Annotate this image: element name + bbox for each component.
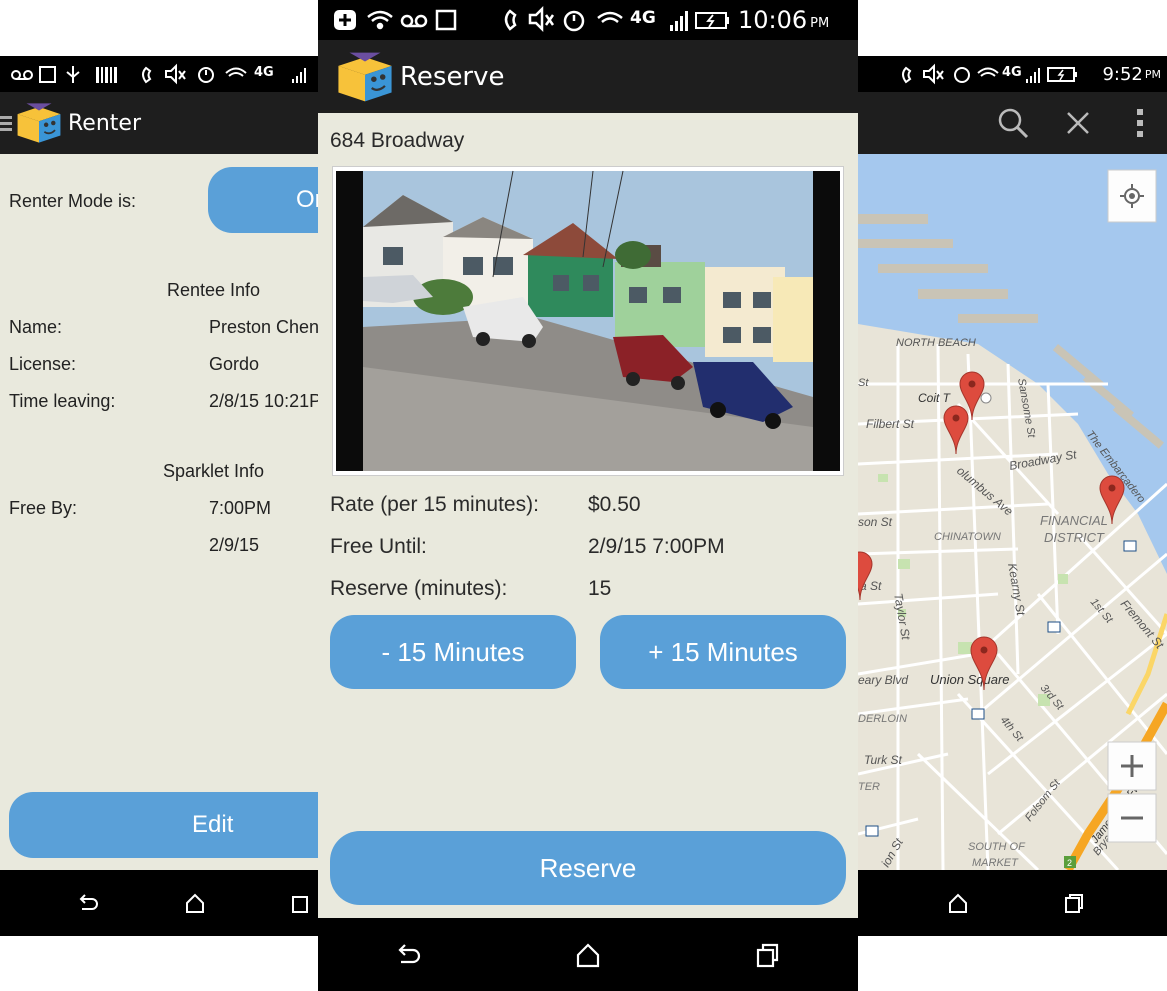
app-logo-icon: [338, 52, 392, 101]
recents-icon[interactable]: [287, 883, 318, 923]
map-label-market: MARKET: [972, 857, 1019, 869]
action-bar: Reserve: [318, 40, 858, 113]
rentee-info-header: Rentee Info: [167, 280, 261, 300]
name-label: Name:: [9, 317, 63, 337]
clock-ampm: PM: [1144, 67, 1161, 81]
free-by-label: Free By:: [9, 498, 78, 518]
app-logo-icon: [17, 103, 61, 143]
name-value: Preston Chen: [209, 317, 318, 337]
map-label-union-square: Union Square: [930, 672, 1010, 687]
nav-bar: [858, 870, 1167, 936]
map-label-eary: eary Blvd: [858, 673, 908, 687]
clock-ampm: PM: [810, 15, 830, 31]
freeway-badge: 2: [1064, 856, 1076, 868]
map-label-district: DISTRICT: [1044, 530, 1105, 545]
svg-text:2: 2: [1067, 858, 1072, 868]
action-bar: [858, 92, 1167, 154]
landmark-icon: [980, 392, 992, 404]
status-bar: 4G 10:06 PM: [318, 0, 858, 40]
sparklet-info-header: Sparklet Info: [163, 461, 265, 481]
drawer-menu-icon[interactable]: [0, 108, 14, 138]
parking-photo: [332, 166, 844, 476]
nav-bar: [0, 870, 318, 936]
page-title: Renter: [68, 110, 141, 136]
map-label-jackson: son St: [858, 515, 893, 529]
reserve-button[interactable]: Reserve: [330, 831, 846, 905]
close-icon[interactable]: [1043, 98, 1113, 148]
plus-15-minutes-button[interactable]: + 15 Minutes: [600, 615, 846, 689]
status-bar: 4G: [0, 56, 318, 92]
license-value: Gordo: [209, 354, 260, 374]
map-label-chinatown: CHINATOWN: [934, 531, 1001, 543]
zoom-in-button[interactable]: [1107, 741, 1157, 791]
svg-text:4G: 4G: [1002, 65, 1022, 80]
renter-content: Renter Mode is: On Rentee Info Name: Pre…: [0, 154, 318, 870]
free-by-time: 7:00PM: [209, 498, 272, 518]
renter-mode-label: Renter Mode is:: [9, 191, 137, 211]
reserve-content: 684 Broadway Rate (per 15 minutes): $0.5…: [318, 113, 858, 918]
map-label-coit: Coit T: [918, 391, 952, 405]
svg-text:4G: 4G: [630, 8, 656, 28]
free-until-label: Free Until:: [330, 535, 427, 558]
svg-text:4G: 4G: [254, 65, 274, 80]
map-label-north-beach: NORTH BEACH: [896, 337, 976, 349]
reserve-screen: 4G 10:06 PM Reserve 684 Broadway Rate (p…: [318, 0, 858, 991]
overflow-menu-icon[interactable]: [1113, 98, 1167, 148]
status-bar: 4G 9:52 PM: [858, 56, 1167, 92]
map-view[interactable]: NORTH BEACH St Coit T r Sansome St Filbe…: [858, 154, 1167, 870]
license-label: License:: [9, 354, 77, 374]
map-label-financial: FINANCIAL: [1040, 513, 1108, 528]
map-label-south-of: SOUTH OF: [968, 841, 1026, 853]
zoom-out-button[interactable]: [1107, 793, 1157, 843]
recents-icon[interactable]: [1054, 883, 1094, 923]
reserve-minutes-label: Reserve (minutes):: [330, 577, 508, 600]
time-leaving-value: 2/8/15 10:21PM: [209, 391, 318, 411]
free-until-value: 2/9/15 7:00PM: [588, 535, 725, 558]
back-icon[interactable]: [388, 935, 428, 975]
clock-time: 10:06: [738, 6, 808, 34]
clock-time: 9:52: [1102, 63, 1143, 85]
reserve-minutes-value: 15: [588, 577, 612, 600]
edit-button[interactable]: Edit: [9, 792, 318, 858]
search-icon[interactable]: [983, 98, 1043, 148]
renter-mode-toggle-button[interactable]: On: [208, 167, 318, 233]
map-label-filbert: Filbert St: [866, 417, 915, 431]
map-label-derloin: DERLOIN: [858, 713, 907, 725]
map-label-st: St: [858, 377, 869, 389]
map-screen: 4G 9:52 PM NORTH BEACH St Coit T Sansome…: [858, 56, 1167, 936]
page-title: Reserve: [400, 61, 505, 92]
rate-value: $0.50: [588, 493, 641, 516]
recents-icon[interactable]: [748, 935, 788, 975]
time-leaving-label: Time leaving:: [9, 391, 116, 411]
home-icon[interactable]: [568, 935, 608, 975]
action-bar: Renter: [0, 92, 318, 154]
home-icon[interactable]: [179, 883, 210, 923]
map-label-turk: Turk St: [864, 753, 902, 767]
minus-15-minutes-button[interactable]: - 15 Minutes: [330, 615, 576, 689]
renter-screen: 4G Renter Renter Mode is: On Rentee Info…: [0, 56, 318, 936]
nav-bar: [318, 918, 858, 991]
my-location-button[interactable]: [1107, 169, 1157, 223]
address-text: 684 Broadway: [330, 129, 465, 152]
back-icon[interactable]: [72, 883, 103, 923]
free-by-date: 2/9/15: [209, 535, 260, 555]
rate-label: Rate (per 15 minutes):: [330, 493, 539, 516]
map-label-ter: TER: [858, 781, 880, 793]
home-icon[interactable]: [938, 883, 978, 923]
